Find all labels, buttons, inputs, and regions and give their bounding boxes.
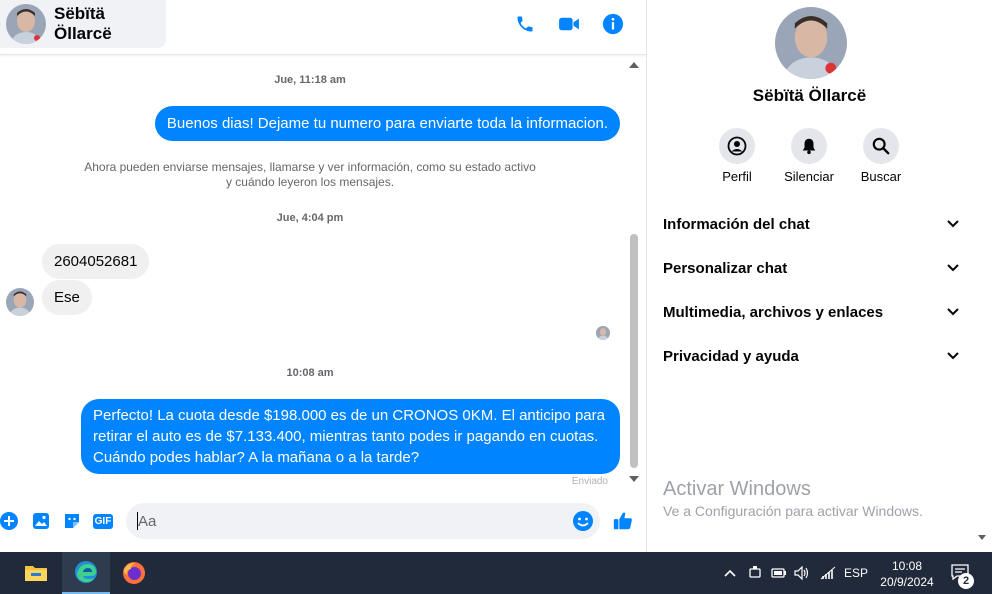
contact-name[interactable]: Sëbïtä Öllarcë — [54, 4, 166, 44]
emoji-icon[interactable] — [572, 510, 594, 537]
plus-icon[interactable] — [0, 510, 20, 532]
message-status: Enviado — [571, 476, 608, 487]
timestamp: 10:08 am — [286, 367, 334, 379]
header-contact[interactable]: Sëbïtä Öllarcë — [0, 0, 166, 48]
contact-avatar[interactable] — [6, 4, 46, 44]
edge-icon[interactable] — [62, 552, 110, 594]
file-explorer-icon[interactable] — [12, 552, 60, 594]
incoming-message[interactable]: 2604052681 — [42, 244, 150, 279]
info-pane: Sëbïtä Öllarcë Perfil Silenciar Buscar I… — [646, 0, 992, 552]
mute-button[interactable]: Silenciar — [777, 128, 841, 184]
firefox-icon[interactable] — [110, 552, 158, 594]
section-label: Personalizar chat — [663, 259, 788, 277]
clock[interactable]: 10:08 20/9/2024 — [872, 558, 942, 590]
phone-icon[interactable] — [514, 13, 536, 35]
gif-icon[interactable]: GIF — [92, 510, 114, 532]
outgoing-message[interactable]: Perfecto! La cuota desde $198.000 es de … — [81, 399, 620, 474]
search-button[interactable]: Buscar — [849, 128, 913, 184]
info-icon[interactable] — [602, 13, 624, 35]
timestamp: Jue, 4:04 pm — [276, 212, 344, 224]
clock-time: 10:08 — [891, 559, 923, 573]
gif-label: GIF — [92, 513, 114, 529]
photo-icon[interactable] — [30, 510, 52, 532]
section-label: Multimedia, archivos y enlaces — [663, 303, 884, 321]
volume-icon[interactable] — [793, 565, 811, 581]
battery-icon[interactable] — [770, 565, 788, 581]
info-scroll-down-arrow[interactable] — [978, 535, 986, 540]
info-contact-name: Sëbïtä Öllarcë — [752, 86, 867, 105]
seen-avatar — [596, 326, 610, 340]
activate-windows-title: Activar Windows — [663, 478, 811, 500]
chat-pane: Sëbïtä Öllarcë Jue, 11:18 am Buenos dias… — [0, 0, 646, 552]
chat-header: Sëbïtä Öllarcë — [0, 0, 646, 55]
activate-windows-subtitle: Ve a Configuración para activar Windows. — [663, 503, 923, 519]
scroll-up-arrow[interactable] — [629, 62, 639, 68]
message-input[interactable] — [138, 503, 558, 539]
message-list[interactable]: Jue, 11:18 am Buenos dias! Dejame tu num… — [0, 56, 628, 494]
chevron-down-icon — [947, 264, 959, 272]
notification-badge: 2 — [958, 573, 974, 589]
timestamp: Jue, 11:18 am — [274, 74, 346, 86]
section-label: Privacidad y ayuda — [663, 347, 799, 365]
incoming-message[interactable]: Ese — [42, 280, 92, 315]
section-customize-chat[interactable]: Personalizar chat — [663, 256, 959, 280]
section-privacy-help[interactable]: Privacidad y ayuda — [663, 344, 959, 368]
like-icon[interactable] — [612, 510, 634, 532]
outgoing-message[interactable]: Buenos dias! Dejame tu numero para envia… — [154, 106, 620, 141]
profile-icon — [719, 128, 755, 164]
section-label: Información del chat — [663, 215, 810, 233]
chevron-down-icon — [947, 220, 959, 228]
mute-label: Silenciar — [784, 169, 834, 184]
clock-date: 20/9/2024 — [880, 575, 934, 589]
bell-icon — [791, 128, 827, 164]
scroll-thumb[interactable] — [630, 234, 638, 468]
search-label: Buscar — [860, 169, 902, 184]
system-note: Ahora pueden enviarse mensajes, llamarse… — [84, 160, 536, 189]
chevron-down-icon — [947, 308, 959, 316]
chevron-up-icon[interactable] — [722, 565, 738, 581]
chevron-down-icon — [947, 352, 959, 360]
device-icon[interactable] — [746, 565, 764, 581]
scroll-down-arrow[interactable] — [629, 476, 639, 482]
video-icon[interactable] — [558, 13, 580, 35]
profile-button[interactable]: Perfil — [705, 128, 769, 184]
message-scrollbar[interactable] — [628, 56, 642, 486]
message-input-wrapper[interactable] — [126, 503, 600, 539]
sender-avatar[interactable] — [6, 288, 34, 316]
sticker-icon[interactable] — [61, 510, 83, 532]
info-avatar[interactable] — [775, 7, 847, 79]
composer: GIF — [0, 498, 646, 546]
profile-label: Perfil — [722, 169, 752, 184]
section-media-files-links[interactable]: Multimedia, archivos y enlaces — [663, 300, 959, 324]
section-chat-info[interactable]: Información del chat — [663, 212, 959, 236]
language-indicator[interactable]: ESP — [842, 565, 870, 581]
wifi-icon[interactable] — [819, 565, 837, 581]
taskbar: ESP 10:08 20/9/2024 2 — [0, 552, 992, 594]
search-icon — [863, 128, 899, 164]
